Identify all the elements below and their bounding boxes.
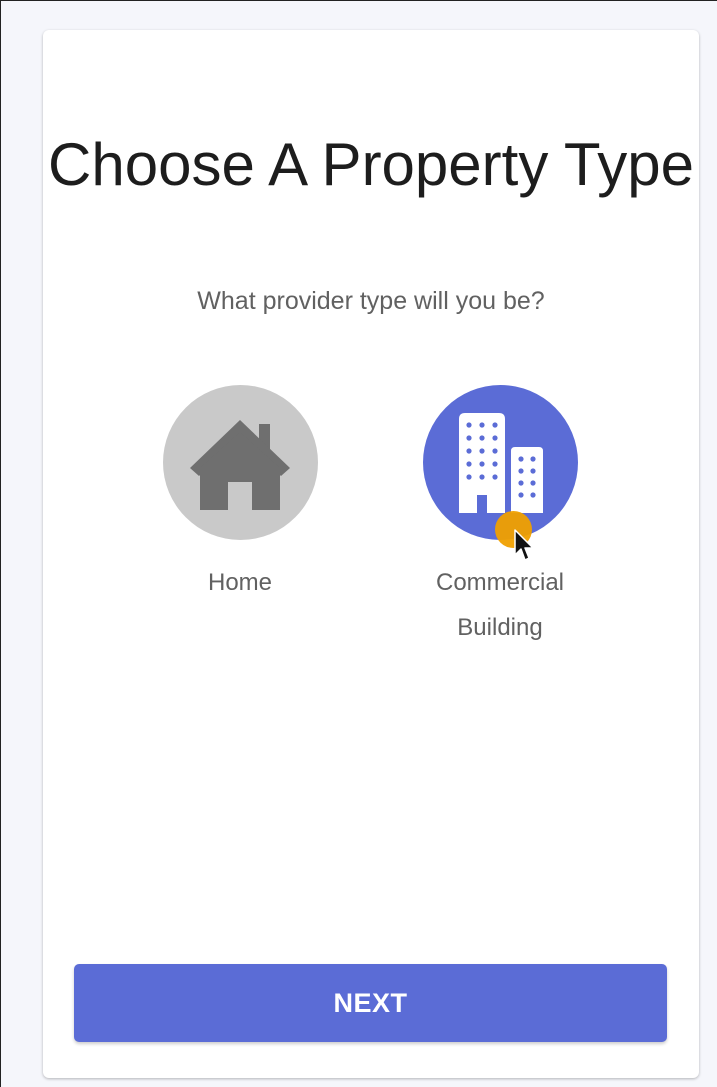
next-button[interactable]: NEXT bbox=[74, 964, 667, 1042]
home-option-circle[interactable] bbox=[162, 385, 318, 540]
page-subtitle: What provider type will you be? bbox=[197, 287, 545, 315]
page-title: Choose A Property Type bbox=[48, 131, 694, 198]
option-commercial-building[interactable]: Commercial Building bbox=[400, 385, 600, 650]
option-commercial-building-label: Commercial Building bbox=[435, 569, 564, 641]
option-home-label: Home bbox=[207, 569, 273, 596]
option-home[interactable]: Home bbox=[140, 385, 340, 605]
property-type-card: Choose A Property Type What provider typ… bbox=[43, 30, 699, 1078]
building-icon bbox=[459, 412, 543, 513]
house-icon bbox=[190, 419, 290, 510]
commercial-option-circle[interactable] bbox=[422, 385, 578, 540]
